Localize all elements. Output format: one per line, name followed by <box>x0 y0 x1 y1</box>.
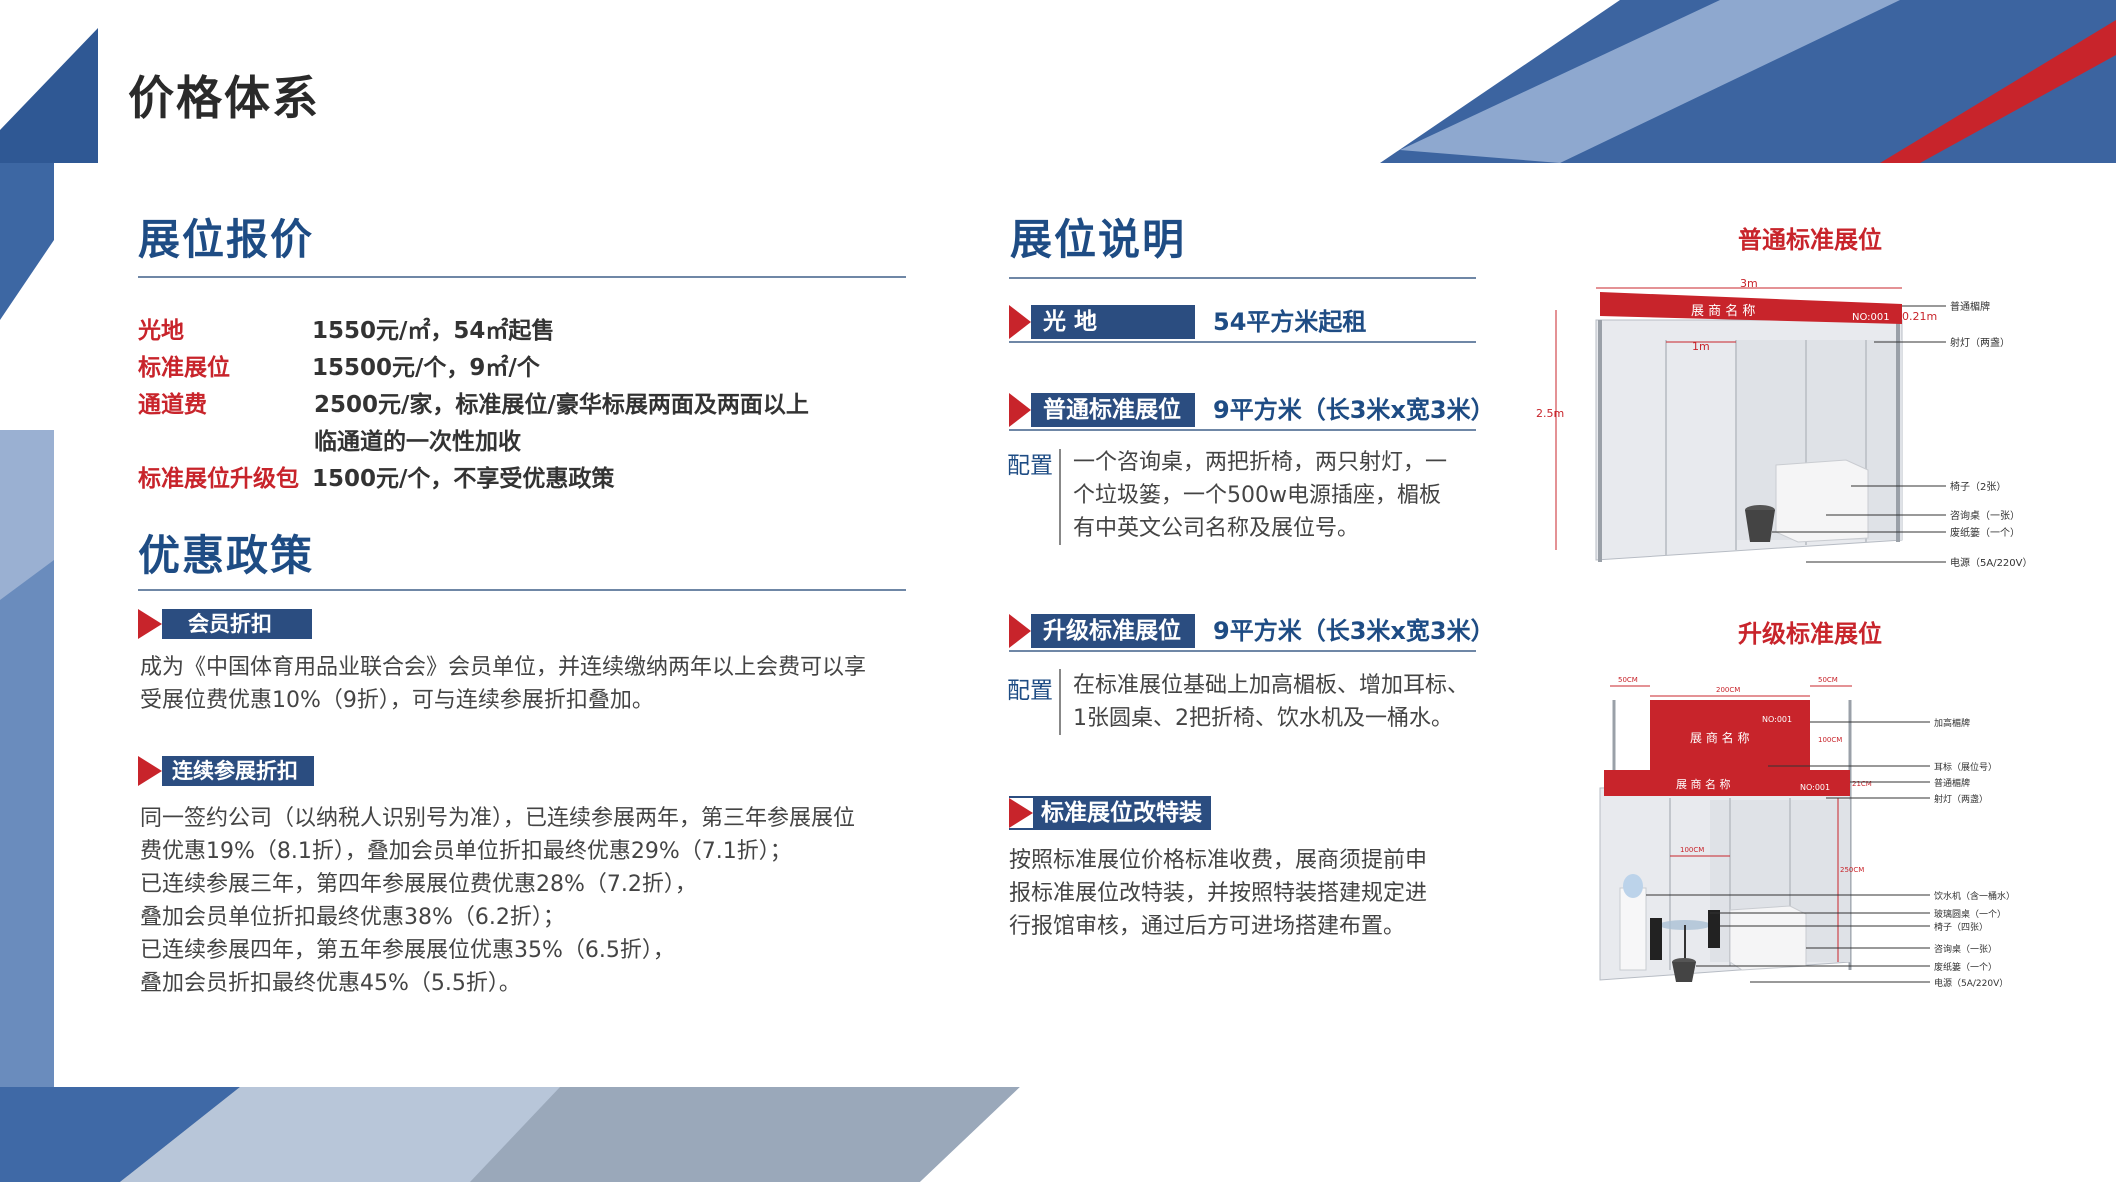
price-label: 光地 <box>138 318 184 344</box>
custom-line: 报标准展位改特装，并按照特装搭建规定进 <box>1009 881 1428 906</box>
callout: 废纸篓（一个） <box>1934 961 1997 973</box>
play-arrow-icon <box>1009 798 1033 828</box>
standard-config-label: 配置 <box>1007 453 1053 479</box>
tag-label: 连续参展折扣 <box>172 759 298 783</box>
discounts-divider <box>138 589 906 591</box>
upgraded-tag: 升级标准展位 <box>1009 614 1195 648</box>
full-height-label: 250CM <box>1840 866 1864 874</box>
page-title: 价格体系 <box>128 71 320 125</box>
upgraded-diagram-title: 升级标准展位 <box>1738 620 1882 648</box>
upgraded-config-label: 配置 <box>1007 678 1053 704</box>
callout: 饮水机（含一桶水） <box>1934 890 2015 902</box>
height-label: 2.5m <box>1536 407 1564 420</box>
price-value: 2500元/家，标准展位/豪华标展两面及两面以上 <box>314 392 809 418</box>
callout: 椅子（四张） <box>1934 921 1988 933</box>
play-arrow-icon <box>1009 614 1031 648</box>
standard-config-line: 有中英文公司名称及展位号。 <box>1073 516 1360 541</box>
top-dim-label: 50CM <box>1818 676 1838 684</box>
tag-label: 普通标准展位 <box>1043 397 1181 423</box>
price-value: 1500元/个，不享受优惠政策 <box>312 466 615 492</box>
pricing-heading: 展位报价 <box>138 215 315 264</box>
pricing-divider <box>138 276 906 278</box>
tag-label: 升级标准展位 <box>1043 618 1181 644</box>
standard-booth-diagram: 3m 2.5m 展 商 名 称 NO:001 0.21m 1m 普通楣牌 射灯（… <box>1536 277 2033 569</box>
space-row: 光 地 54平方米起租 <box>1009 305 1476 343</box>
standard-spec: 9平方米（长3米x宽3米） <box>1213 396 1495 424</box>
row-underline <box>1009 341 1476 343</box>
custom-line: 行报馆审核，通过后方可进场搭建布置。 <box>1009 914 1406 939</box>
panel-width-label: 100CM <box>1680 846 1704 854</box>
callout: 咨询桌（一张） <box>1934 943 1997 955</box>
raised-height-label: 100CM <box>1818 736 1842 744</box>
continuous-discount-line: 同一签约公司（以纳税人识别号为准），已连续参展两年，第三年参展展位 <box>140 806 856 831</box>
upgraded-booth-diagram: 50CM 200CM 50CM NO:001 展 商 名 称 100CM 展 商… <box>1599 676 2015 989</box>
continuous-discount-line: 叠加会员单位折扣最终优惠38%（6.2折）； <box>140 905 565 930</box>
tag-label: 会员折扣 <box>188 612 272 636</box>
callout: 咨询桌（一张） <box>1950 509 2020 522</box>
space-tag: 光 地 <box>1009 305 1195 339</box>
upgraded-config-line: 1张圆桌、2把折椅、饮水机及一桶水。 <box>1073 706 1453 731</box>
play-arrow-icon <box>138 756 162 786</box>
member-discount-line: 受展位费优惠10%（9折），可与连续参展折扣叠加。 <box>140 688 654 713</box>
continuous-discount-line: 已连续参展三年，第四年参展展位费优惠28%（7.2折）， <box>140 872 697 897</box>
continuous-discount-tag: 连续参展折扣 <box>138 756 314 786</box>
price-label: 标准展位 <box>138 355 230 381</box>
row-underline <box>1009 650 1476 652</box>
continuous-discount-line: 叠加会员折扣最终优惠45%（5.5折）。 <box>140 971 521 996</box>
callout: 耳标（展位号） <box>1934 761 1997 773</box>
discounts-heading: 优惠政策 <box>138 531 315 580</box>
price-label: 标准展位升级包 <box>138 466 299 492</box>
top-dim-label: 50CM <box>1618 676 1638 684</box>
standard-config-line: 个垃圾篓，一个500w电源插座，楣板 <box>1073 483 1441 508</box>
play-arrow-icon <box>1009 305 1031 339</box>
upgraded-spec: 9平方米（长3米x宽3米） <box>1213 617 1495 645</box>
price-label: 通道费 <box>138 392 207 418</box>
width-label: 3m <box>1740 277 1758 290</box>
callout: 射灯（两盏） <box>1950 336 2010 349</box>
member-discount-line: 成为《中国体育用品业联合会》会员单位，并连续缴纳两年以上会费可以享 <box>140 655 867 680</box>
fascia-height-label: 21CM <box>1852 780 1872 788</box>
fascia-booth-no: NO:001 <box>1800 783 1830 792</box>
upgraded-row: 升级标准展位 9平方米（长3米x宽3米） <box>1009 614 1495 652</box>
standard-tag: 普通标准展位 <box>1009 393 1195 427</box>
standard-config-line: 一个咨询桌，两把折椅，两只射灯，一 <box>1073 450 1448 475</box>
callout: 射灯（两盏） <box>1934 793 1988 805</box>
price-value: 1550元/㎡，54㎡起售 <box>312 318 555 344</box>
top-dim-label: 200CM <box>1716 686 1740 694</box>
callout: 普通楣牌 <box>1934 777 1970 789</box>
continuous-discount-line: 费优惠19%（8.1折），叠加会员单位折扣最终优惠29%（7.1折）； <box>140 839 792 864</box>
config-bar <box>1059 449 1061 545</box>
raised-company-name: 展 商 名 称 <box>1690 730 1749 745</box>
config-bar <box>1059 669 1061 735</box>
standard-row: 普通标准展位 9平方米（长3米x宽3米） <box>1009 393 1495 431</box>
tag-label: 标准展位改特装 <box>1041 800 1202 826</box>
standard-diagram-title: 普通标准展位 <box>1738 226 1882 254</box>
fascia-company-name: 展 商 名 称 <box>1691 303 1755 319</box>
fascia-height-label: 0.21m <box>1902 310 1937 323</box>
callout: 普通楣牌 <box>1950 300 1990 313</box>
member-discount-tag: 会员折扣 <box>138 609 312 639</box>
play-arrow-icon <box>138 609 162 639</box>
callout: 玻璃圆桌（一个） <box>1934 908 2006 920</box>
custom-line: 按照标准展位价格标准收费，展商须提前申 <box>1009 848 1428 873</box>
fascia-company-name: 展 商 名 称 <box>1676 777 1731 791</box>
continuous-discount-line: 已连续参展四年，第五年参展展位优惠35%（6.5折）， <box>140 938 675 963</box>
booth-info-divider <box>1009 277 1476 279</box>
row-underline <box>1009 429 1476 431</box>
custom-tag: 标准展位改特装 <box>1009 796 1211 830</box>
callout: 电源（5A/220V） <box>1950 556 2033 569</box>
fascia-booth-no: NO:001 <box>1852 312 1890 323</box>
booth-info-heading: 展位说明 <box>1010 215 1187 264</box>
price-value: 15500元/个，9㎡/个 <box>312 355 540 381</box>
upgraded-config-line: 在标准展位基础上加高楣板、增加耳标、 <box>1073 673 1470 698</box>
callout: 椅子（2张） <box>1950 480 2006 493</box>
price-value: 临通道的一次性加收 <box>314 429 521 455</box>
callout: 加高楣牌 <box>1934 717 1970 729</box>
tag-label: 光 地 <box>1043 309 1098 335</box>
space-spec: 54平方米起租 <box>1213 308 1367 336</box>
callout: 电源（5A/220V） <box>1934 977 2008 989</box>
callout: 废纸篓（一个） <box>1950 526 2020 539</box>
raised-booth-no: NO:001 <box>1762 715 1792 724</box>
play-arrow-icon <box>1009 393 1031 427</box>
